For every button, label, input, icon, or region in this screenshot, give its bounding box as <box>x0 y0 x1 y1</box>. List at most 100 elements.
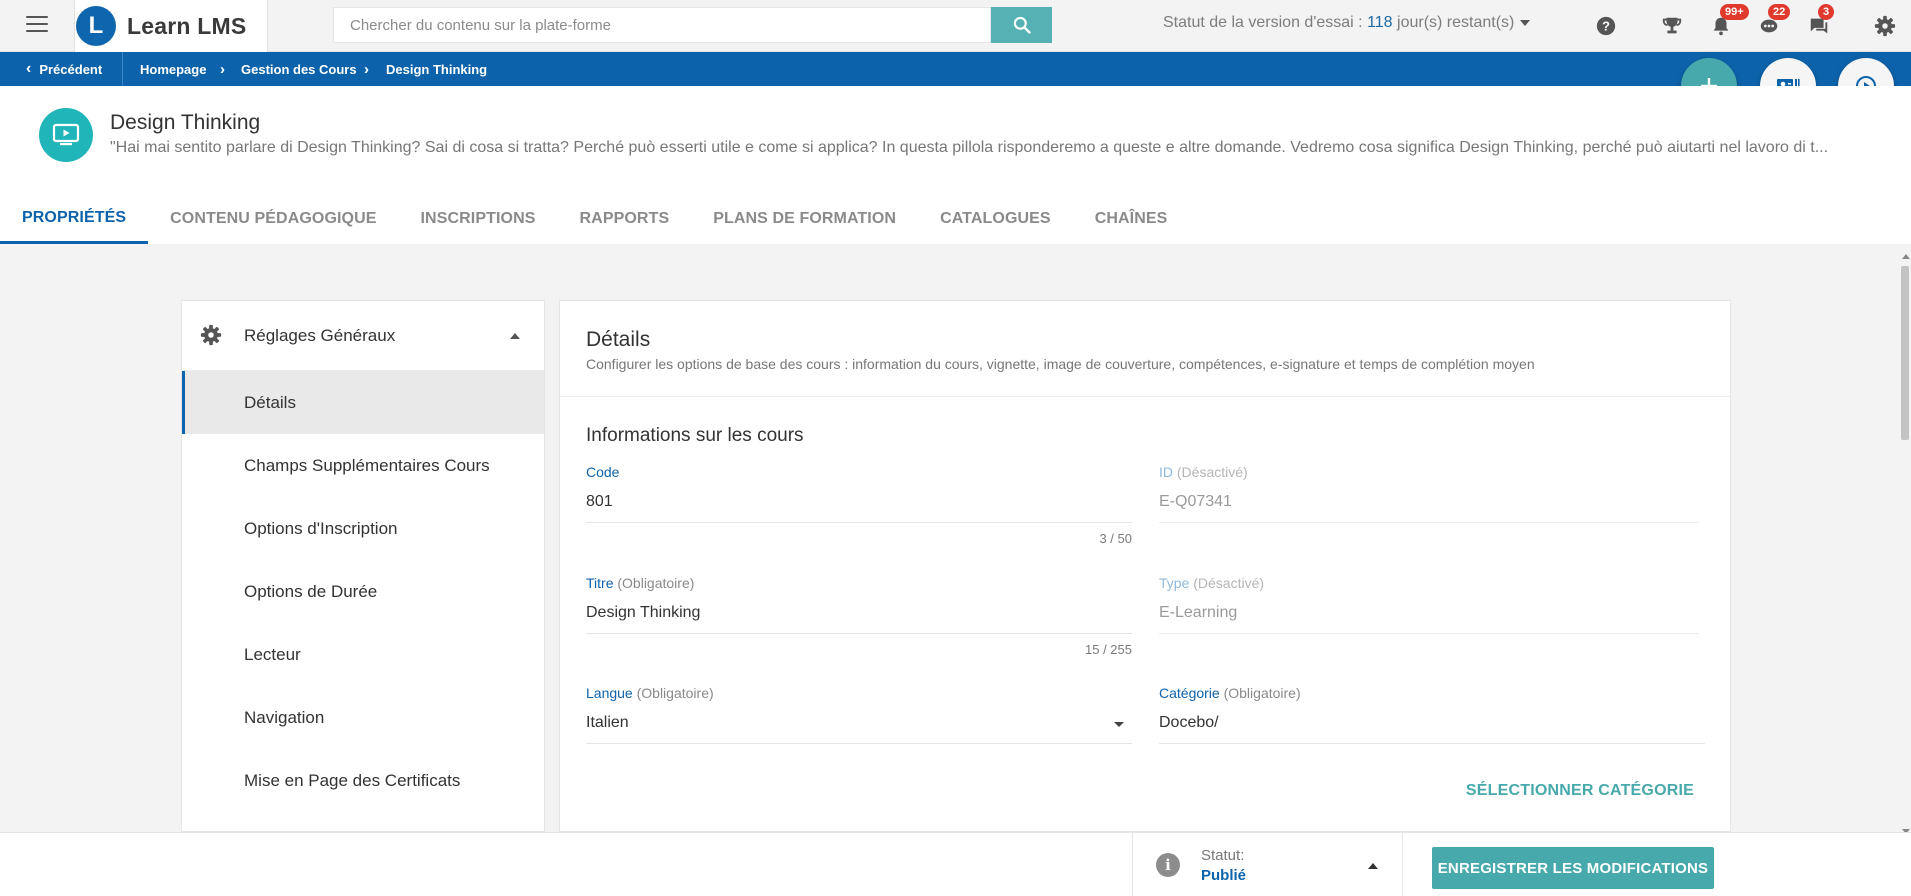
chevron-right-icon: › <box>364 60 369 78</box>
trial-suffix: jour(s) restant(s) <box>1392 14 1515 31</box>
course-header: Design Thinking "Hai mai sentito parlare… <box>0 86 1911 244</box>
tab-catalogues[interactable]: CATALOGUES <box>918 194 1073 244</box>
sidebar-item-navigation[interactable]: Navigation <box>182 686 544 749</box>
vertical-scrollbar[interactable] <box>1899 252 1911 834</box>
help-icon[interactable]: ? <box>1593 13 1619 39</box>
language-label: Langue (Obligatoire) <box>586 685 1132 701</box>
details-panel: Détails Configurer les options de base d… <box>559 300 1731 832</box>
sidebar-item-duration-options[interactable]: Options de Durée <box>182 560 544 623</box>
category-value: Docebo/ <box>1159 714 1705 744</box>
type-label-text: Type <box>1159 575 1190 591</box>
category-field: Catégorie (Obligatoire) Docebo/ <box>1159 685 1705 744</box>
info-icon: i <box>1156 853 1180 877</box>
brand[interactable]: L Learn LMS <box>74 0 268 52</box>
menu-icon[interactable] <box>26 16 48 34</box>
status-selector[interactable]: i Statut: Publié <box>1132 833 1403 896</box>
messages-icon[interactable]: 22 <box>1756 4 1791 39</box>
breadcrumb-item-homepage[interactable]: Homepage <box>140 52 206 86</box>
breadcrumb-item-current: Design Thinking <box>386 61 488 77</box>
chevron-down-icon <box>1520 19 1531 26</box>
code-input[interactable]: 801 <box>586 493 1132 523</box>
sidebar-item-extra-fields[interactable]: Champs Supplémentaires Cours <box>182 434 544 497</box>
details-title: Détails <box>586 328 651 351</box>
category-note: (Obligatoire) <box>1223 685 1301 701</box>
save-button[interactable]: ENREGISTRER LES MODIFICATIONS <box>1432 847 1714 889</box>
trial-prefix: Statut de la version d'essai : <box>1163 14 1368 31</box>
title-input[interactable]: Design Thinking <box>586 604 1132 634</box>
breadcrumb: ‹ Précédent Homepage › Gestion des Cours… <box>0 52 1911 86</box>
course-screen-icon <box>39 108 93 162</box>
sidebar-item-player[interactable]: Lecteur <box>182 623 544 686</box>
language-value: Italien <box>586 714 629 731</box>
type-input: E-Learning <box>1159 604 1699 634</box>
sidebar-item-details[interactable]: Détails <box>182 371 544 434</box>
tab-inscriptions[interactable]: INSCRIPTIONS <box>399 194 558 244</box>
id-label-text: ID <box>1159 464 1173 480</box>
breadcrumb-item-courses[interactable]: Gestion des Cours <box>241 52 357 86</box>
sidebar-item-enrollment-options[interactable]: Options d'Inscription <box>182 497 544 560</box>
search-icon <box>1013 16 1031 34</box>
language-select[interactable]: Italien <box>586 714 1132 744</box>
sidebar-section-general[interactable]: Réglages Généraux <box>182 301 544 371</box>
language-label-text: Langue <box>586 685 633 701</box>
id-note: (Désactivé) <box>1176 464 1248 480</box>
id-label: ID (Désactivé) <box>1159 464 1699 480</box>
tab-plans-de-formation[interactable]: PLANS DE FORMATION <box>691 194 918 244</box>
footer-bar: i Statut: Publié ENREGISTRER LES MODIFIC… <box>0 832 1911 896</box>
category-label-text: Catégorie <box>1159 685 1220 701</box>
search-button[interactable] <box>991 7 1052 43</box>
gear-icon <box>200 324 222 346</box>
code-field: Code 801 3 / 50 <box>586 464 1132 546</box>
language-field: Langue (Obligatoire) Italien <box>586 685 1132 744</box>
svg-text:?: ? <box>1602 19 1610 34</box>
brand-name: Learn LMS <box>127 12 247 39</box>
chevron-down-icon <box>1114 722 1124 727</box>
category-label: Catégorie (Obligatoire) <box>1159 685 1705 701</box>
settings-sidebar: Réglages Généraux Détails Champs Supplém… <box>181 300 545 832</box>
tab-bar: PROPRIÉTÉS CONTENU PÉDAGOGIQUE INSCRIPTI… <box>0 194 1189 244</box>
chat-badge: 3 <box>1818 4 1835 20</box>
trophy-icon[interactable] <box>1659 13 1685 39</box>
title-note: (Obligatoire) <box>617 575 695 591</box>
title-label: Titre (Obligatoire) <box>586 575 1132 591</box>
back-button[interactable]: ‹ Précédent <box>26 52 102 86</box>
status-label: Statut: <box>1201 847 1245 864</box>
id-input: E-Q07341 <box>1159 493 1699 523</box>
title-field: Titre (Obligatoire) Design Thinking 15 /… <box>586 575 1132 657</box>
select-category-button[interactable]: SÉLECTIONNER CATÉGORIE <box>1466 782 1694 800</box>
id-field: ID (Désactivé) E-Q07341 <box>1159 464 1699 523</box>
sidebar-item-certificate-layout[interactable]: Mise en Page des Certificats <box>182 749 544 812</box>
type-label: Type (Désactivé) <box>1159 575 1699 591</box>
chevron-up-icon <box>510 333 520 339</box>
tab-rapports[interactable]: RAPPORTS <box>558 194 692 244</box>
course-description: "Hai mai sentito parlare di Design Think… <box>110 139 1829 156</box>
chevron-left-icon: ‹ <box>26 60 32 77</box>
code-label: Code <box>586 464 1132 480</box>
bell-icon[interactable]: 99+ <box>1708 4 1749 39</box>
top-bar: L Learn LMS Statut de la version d'essai… <box>0 0 1911 52</box>
scroll-up-icon[interactable] <box>1902 254 1910 259</box>
chevron-right-icon: › <box>220 60 225 78</box>
scrollbar-thumb[interactable] <box>1901 266 1909 440</box>
status-value: Publié <box>1201 867 1247 884</box>
title-label-text: Titre <box>586 575 614 591</box>
trial-status[interactable]: Statut de la version d'essai : 118 jour(… <box>1163 14 1531 32</box>
page-title: Design Thinking <box>110 111 261 134</box>
details-subtitle: Configurer les options de base des cours… <box>586 356 1535 372</box>
trial-days: 118 <box>1367 14 1393 31</box>
tab-contenu-pedagogique[interactable]: CONTENU PÉDAGOGIQUE <box>148 194 398 244</box>
sidebar-section-label: Réglages Généraux <box>244 325 396 345</box>
type-note: (Désactivé) <box>1193 575 1265 591</box>
section-title: Informations sur les cours <box>586 425 804 446</box>
tab-chaines[interactable]: CHAÎNES <box>1073 194 1190 244</box>
chat-icon[interactable]: 3 <box>1806 4 1835 39</box>
type-field: Type (Désactivé) E-Learning <box>1159 575 1699 634</box>
details-header: Détails Configurer les options de base d… <box>560 301 1730 397</box>
brand-logo: L <box>76 6 116 46</box>
language-note: (Obligatoire) <box>636 685 714 701</box>
code-counter: 3 / 50 <box>1099 531 1132 546</box>
tab-proprietes[interactable]: PROPRIÉTÉS <box>0 194 149 244</box>
gear-icon[interactable] <box>1872 13 1898 39</box>
search-input[interactable] <box>333 7 991 43</box>
messages-badge: 22 <box>1768 4 1791 20</box>
